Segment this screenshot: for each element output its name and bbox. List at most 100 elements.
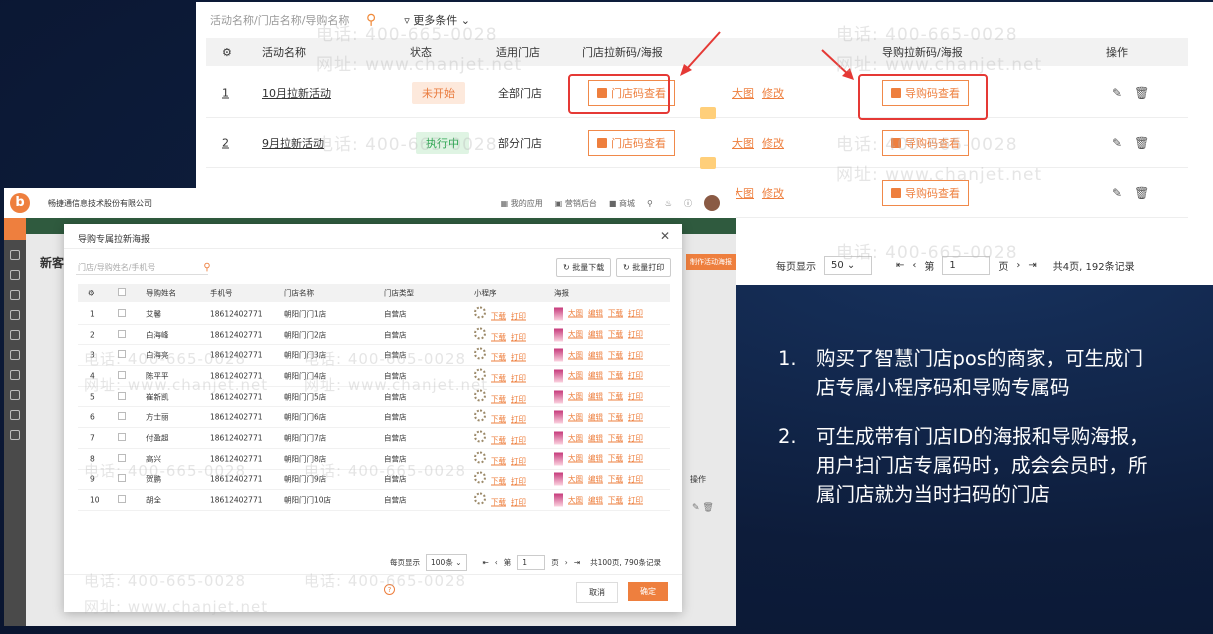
poster-download-link[interactable]: 下载: [608, 350, 623, 359]
poster-big-link[interactable]: 大图: [568, 433, 583, 442]
edit-link[interactable]: 修改: [762, 135, 784, 151]
help-icon[interactable]: ?: [384, 584, 395, 595]
activity-name-link[interactable]: 10月拉新活动: [262, 85, 331, 101]
page-input[interactable]: 1: [942, 256, 991, 275]
row-index[interactable]: 1: [222, 86, 229, 99]
last-page-icon[interactable]: ⇥: [1028, 260, 1036, 271]
poster-thumbnail[interactable]: [554, 472, 563, 486]
qr-print-link[interactable]: 打印: [511, 477, 526, 486]
edit-icon[interactable]: ✎: [1112, 86, 1122, 100]
row-checkbox[interactable]: [118, 495, 126, 505]
first-page-icon[interactable]: ⇤: [896, 260, 904, 271]
qr-print-link[interactable]: 打印: [511, 498, 526, 507]
poster-download-link[interactable]: 下载: [608, 330, 623, 339]
my-apps-button[interactable]: ▦ 我的应用: [501, 198, 543, 209]
per-page-select[interactable]: 50 ⌄: [824, 256, 872, 275]
poster-thumbnail[interactable]: [554, 493, 563, 507]
row-checkbox[interactable]: [118, 329, 126, 340]
qr-download-link[interactable]: 下载: [491, 456, 506, 465]
row-checkbox[interactable]: [118, 350, 126, 360]
qr-download-link[interactable]: 下载: [491, 436, 506, 445]
poster-print-link[interactable]: 打印: [628, 330, 643, 339]
edit-icon[interactable]: ✎: [1112, 186, 1122, 200]
mini-program-qr-icon[interactable]: [474, 409, 486, 422]
qr-download-link[interactable]: 下载: [491, 415, 506, 424]
poster-print-link[interactable]: 打印: [628, 350, 643, 359]
activity-search-input[interactable]: 活动名称/门店名称/导购名称: [210, 12, 360, 28]
qr-print-link[interactable]: 打印: [511, 415, 526, 424]
qr-download-link[interactable]: 下载: [491, 373, 506, 382]
delete-icon[interactable]: 🗑: [702, 503, 713, 513]
activity-name-link[interactable]: 9月拉新活动: [262, 135, 324, 151]
poster-big-link[interactable]: 大图: [568, 350, 583, 359]
next-page-icon[interactable]: ›: [565, 558, 568, 567]
poster-thumbnail[interactable]: [554, 369, 563, 383]
guide-code-view-button[interactable]: 导购码查看: [882, 129, 969, 156]
poster-edit-link[interactable]: 编辑: [588, 412, 603, 421]
mini-program-qr-icon[interactable]: [474, 327, 486, 340]
poster-big-link[interactable]: 大图: [568, 330, 583, 339]
poster-big-link[interactable]: 大图: [568, 309, 583, 318]
poster-edit-link[interactable]: 编辑: [588, 371, 603, 380]
row-checkbox[interactable]: [118, 370, 126, 381]
poster-download-link[interactable]: 下载: [608, 433, 623, 442]
edit-icon[interactable]: ✎: [692, 503, 700, 513]
qr-download-link[interactable]: 下载: [491, 477, 506, 486]
prev-page-icon[interactable]: ‹: [495, 558, 498, 567]
sidebar-item-8-icon[interactable]: [10, 390, 20, 400]
qr-print-link[interactable]: 打印: [511, 311, 526, 320]
qr-download-link[interactable]: 下载: [491, 353, 506, 362]
row-checkbox[interactable]: [118, 453, 126, 464]
big-image-link[interactable]: 大图: [732, 135, 754, 151]
row-checkbox[interactable]: [118, 391, 126, 402]
poster-print-link[interactable]: 打印: [628, 495, 643, 504]
qr-print-link[interactable]: 打印: [511, 353, 526, 362]
mall-button[interactable]: ■ 商城: [609, 198, 635, 209]
qr-print-link[interactable]: 打印: [511, 456, 526, 465]
poster-download-link[interactable]: 下载: [608, 371, 623, 380]
qr-print-link[interactable]: 打印: [511, 394, 526, 403]
poster-download-link[interactable]: 下载: [608, 412, 623, 421]
poster-download-link[interactable]: 下载: [608, 474, 623, 483]
poster-big-link[interactable]: 大图: [568, 454, 583, 463]
poster-big-link[interactable]: 大图: [568, 474, 583, 483]
poster-big-link[interactable]: 大图: [568, 371, 583, 380]
sidebar-item-4-icon[interactable]: [10, 310, 20, 320]
column-settings-icon[interactable]: ⚙: [88, 289, 95, 298]
poster-download-link[interactable]: 下载: [608, 495, 623, 504]
poster-download-link[interactable]: 下载: [608, 392, 623, 401]
poster-thumbnail[interactable]: [554, 410, 563, 424]
cancel-button[interactable]: 取消: [576, 582, 618, 603]
mini-program-qr-icon[interactable]: [474, 430, 486, 443]
row-checkbox[interactable]: [118, 412, 126, 422]
poster-thumbnail[interactable]: [554, 390, 563, 404]
per-page-select[interactable]: 100条 ⌄: [426, 554, 467, 571]
marketing-button[interactable]: ▣ 营销后台: [555, 198, 597, 209]
edit-icon[interactable]: ✎: [1112, 136, 1122, 150]
help-icon[interactable]: ⓘ: [684, 198, 692, 209]
store-code-view-button[interactable]: 门店码查看: [588, 129, 675, 156]
poster-thumbnail[interactable]: [554, 431, 563, 445]
batch-download-button[interactable]: ↻ 批量下载: [556, 258, 612, 277]
poster-big-link[interactable]: 大图: [568, 392, 583, 401]
search-icon[interactable]: ⚲: [366, 12, 376, 28]
poster-thumbnail[interactable]: [554, 348, 563, 362]
row-index[interactable]: 2: [222, 136, 229, 149]
sidebar-item-10-icon[interactable]: [10, 430, 20, 440]
poster-big-link[interactable]: 大图: [568, 495, 583, 504]
delete-icon[interactable]: 🗑: [1134, 186, 1149, 200]
poster-print-link[interactable]: 打印: [628, 392, 643, 401]
delete-icon[interactable]: 🗑: [1134, 136, 1149, 150]
qr-download-link[interactable]: 下载: [491, 498, 506, 507]
search-icon[interactable]: ⚲: [647, 199, 653, 208]
poster-print-link[interactable]: 打印: [628, 474, 643, 483]
close-icon[interactable]: ✕: [660, 229, 670, 243]
edit-link[interactable]: 修改: [762, 185, 784, 201]
qr-print-link[interactable]: 打印: [511, 332, 526, 341]
modal-search-input[interactable]: 门店/导购姓名/手机号 ⚲: [78, 262, 211, 273]
poster-edit-link[interactable]: 编辑: [588, 433, 603, 442]
qr-print-link[interactable]: 打印: [511, 373, 526, 382]
poster-download-link[interactable]: 下载: [608, 454, 623, 463]
poster-print-link[interactable]: 打印: [628, 371, 643, 380]
poster-edit-link[interactable]: 编辑: [588, 474, 603, 483]
